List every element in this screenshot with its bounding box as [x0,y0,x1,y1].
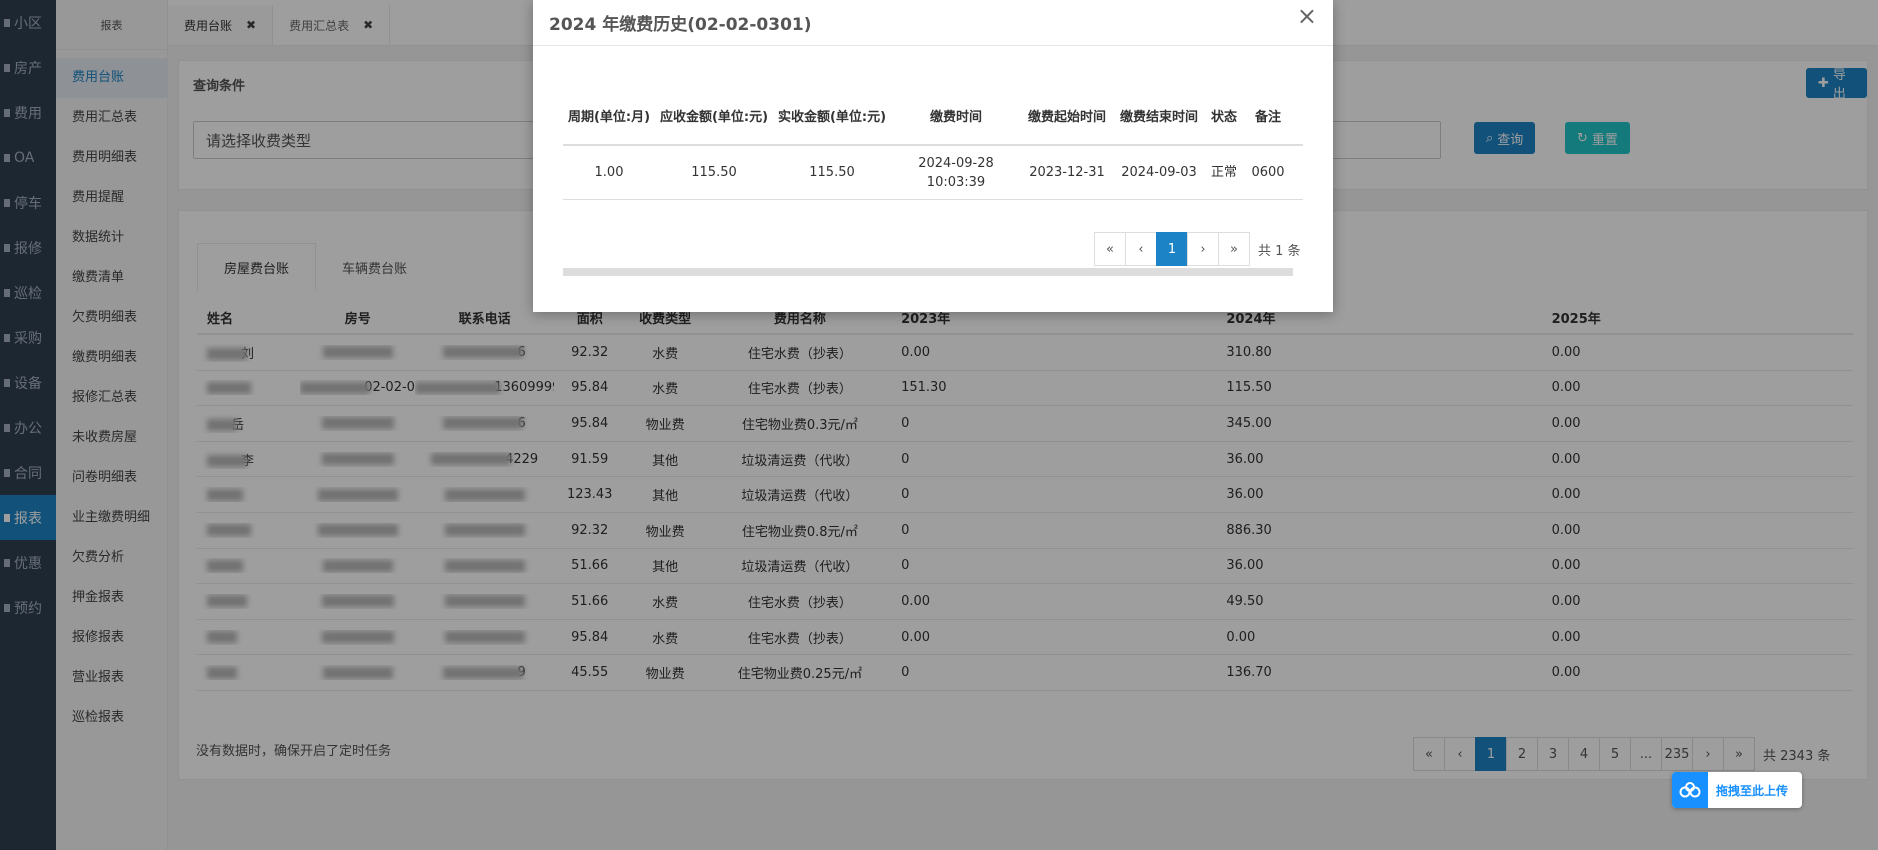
table-cell: 115.50 [691,165,737,180]
pager-button[interactable]: ‹ [1125,232,1157,266]
column-header: 状态 [1210,109,1237,125]
cloud-upload-icon [1672,772,1708,808]
drag-upload-widget[interactable]: 拖拽至此上传 [1672,772,1802,808]
pager-total: 共 1 条 [1258,243,1301,259]
payment-history-modal: 2024 年缴费历史(02-02-0301) × 周期(单位:月) 应收金额(单位… [533,0,1333,312]
modal-title: 2024 年缴费历史(02-02-0301) [549,15,812,35]
pager-button[interactable]: 1 [1156,232,1188,266]
modal-header: 2024 年缴费历史(02-02-0301) × [533,0,1333,46]
modal-table-body: 1.00 115.50 115.50 2024-09-28 10:03:39 2023-… [563,146,1303,200]
column-header: 缴费时间 [929,109,982,125]
close-icon[interactable]: × [1297,2,1317,30]
column-header: 缴费结束时间 [1119,109,1198,125]
table-cell: 正常 [1210,165,1237,180]
table-cell: 2024-09-03 [1121,165,1197,180]
modal-pager: «‹ 1 ›» 共 1 条 [1094,232,1301,266]
column-header: 缴费起始时间 [1027,109,1106,125]
table-cell: 1.00 [594,165,624,180]
pager-button[interactable]: › [1187,232,1219,266]
modal-table-header: 周期(单位:月) 应收金额(单位:元) 实收金额(单位:元) 缴费时间 缴费起始时间 缴费… [563,90,1303,146]
pager-button[interactable]: « [1094,232,1126,266]
table-cell: 0600 [1251,165,1285,180]
modal-horizontal-scrollbar[interactable] [563,268,1293,276]
upload-label: 拖拽至此上传 [1716,783,1789,798]
table-row: 1.00 115.50 115.50 2024-09-28 10:03:39 2023-… [563,146,1303,200]
pager-button[interactable]: » [1218,232,1250,266]
table-cell: 2023-12-31 [1029,165,1105,180]
payment-history-table: 周期(单位:月) 应收金额(单位:元) 实收金额(单位:元) 缴费时间 缴费起始时间 缴费… [563,90,1303,200]
column-header: 应收金额(单位:元) [659,109,769,125]
column-header: 备注 [1254,109,1281,125]
table-cell: 2024-09-28 10:03:39 [918,155,994,190]
column-header: 实收金额(单位:元) [777,109,887,125]
column-header: 周期(单位:月) [567,109,651,125]
table-cell: 115.50 [809,165,855,180]
